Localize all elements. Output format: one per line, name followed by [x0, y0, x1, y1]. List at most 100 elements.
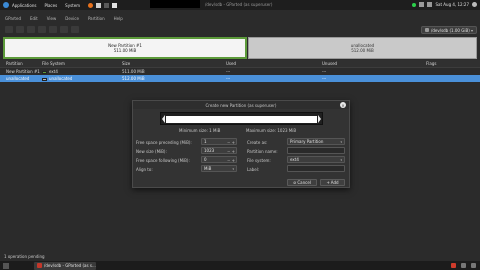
device-selector-label: /dev/sdb (1.00 GiB) — [431, 27, 470, 33]
cell-partition: unallocated — [6, 76, 30, 81]
files-launcher-icon[interactable] — [96, 2, 102, 8]
trash-icon[interactable] — [471, 263, 476, 268]
chevron-down-icon: ▾ — [340, 140, 342, 144]
chevron-down-icon: ▾ — [470, 28, 473, 33]
panel-menu-system[interactable]: System — [65, 3, 80, 8]
menu-device[interactable]: Device — [65, 16, 79, 21]
statusbar: 1 operation pending — [0, 253, 480, 259]
close-icon[interactable]: × — [340, 102, 346, 108]
maximum-size-text: Maximum size: 1023 MiB — [246, 128, 297, 133]
window-title: /dev/sdb - GParted (as superuser) — [205, 2, 273, 7]
free-preceding-value: 1 — [204, 139, 207, 144]
cell-partition: New Partition #1 — [6, 69, 40, 74]
new-size-value: 1023 — [204, 148, 215, 153]
create-partition-dialog: Create new Partition (as superuser) × Mi… — [132, 100, 350, 188]
notification-icon[interactable] — [451, 263, 456, 268]
left-handle-icon[interactable] — [162, 115, 165, 123]
file-system-label: File system: — [247, 158, 271, 163]
disk-graphic: New Partition #1 511.00 MiB unallocated … — [3, 37, 477, 59]
show-desktop-icon[interactable] — [3, 262, 9, 269]
partition-block-size: 511.00 MiB — [113, 48, 137, 53]
panel-blank-region — [150, 0, 200, 8]
header-filesystem[interactable]: File System — [42, 61, 65, 66]
new-partition-button[interactable] — [5, 26, 13, 33]
unallocated-color-icon — [42, 77, 47, 81]
cancel-button-label: Cancel — [297, 180, 311, 185]
volume-icon[interactable] — [427, 2, 433, 7]
new-size-spin[interactable]: 1023 − + — [201, 147, 237, 154]
cell-filesystem: unallocated — [42, 76, 72, 81]
header-partition[interactable]: Partition — [6, 61, 23, 66]
clock[interactable]: Sat Aug 4, 12:27 — [435, 2, 469, 7]
panel-tray: Sat Aug 4, 12:27 — [412, 2, 477, 7]
taskbar-window-gparted[interactable]: /dev/sdb - GParted (as s... — [34, 261, 96, 270]
cell-filesystem-text: ext4 — [49, 69, 58, 74]
file-system-combo[interactable]: ext4 ▾ — [287, 156, 345, 163]
cell-size: 512.00 MiB — [122, 76, 145, 81]
browser-launcher-icon[interactable] — [88, 2, 94, 8]
paste-button[interactable] — [49, 26, 57, 33]
delete-partition-button[interactable] — [16, 26, 24, 33]
free-following-spin[interactable]: 0 − + — [201, 156, 237, 163]
spin-buttons[interactable]: − + — [227, 140, 235, 145]
network-icon[interactable] — [419, 2, 425, 7]
cancel-button[interactable]: ⊘ Cancel — [287, 179, 317, 186]
applications-menu-icon[interactable] — [3, 2, 9, 8]
free-preceding-spin[interactable]: 1 − + — [201, 138, 237, 145]
create-as-value: Primary Partition — [290, 139, 324, 144]
menu-edit[interactable]: Edit — [30, 16, 38, 21]
top-panel: Applications Places System /dev/sdb - GP… — [0, 0, 480, 10]
label-label: Label: — [247, 167, 260, 172]
menu-gparted[interactable]: GParted — [5, 16, 21, 21]
cell-filesystem-text: unallocated — [49, 76, 73, 81]
undo-button[interactable] — [60, 26, 68, 33]
apply-button[interactable] — [71, 26, 79, 33]
cell-used: --- — [226, 76, 231, 81]
cancel-icon: ⊘ — [293, 180, 297, 185]
header-unused[interactable]: Unused — [322, 61, 337, 66]
device-selector[interactable]: /dev/sdb (1.00 GiB) ▾ — [421, 26, 477, 34]
menu-help[interactable]: Help — [114, 16, 123, 21]
file-system-value: ext4 — [290, 157, 299, 162]
gparted-icon — [37, 263, 42, 268]
partition-block-unallocated[interactable]: unallocated 512.00 MiB — [248, 37, 477, 59]
add-button[interactable]: + Add — [320, 179, 345, 186]
partition-block-new[interactable]: New Partition #1 511.00 MiB — [3, 37, 247, 59]
mail-launcher-icon[interactable] — [112, 2, 118, 8]
add-button-label: Add — [330, 180, 339, 185]
label-input[interactable] — [287, 165, 345, 172]
partition-table: Partition File System Size Used Unused F… — [0, 60, 480, 82]
header-used[interactable]: Used — [226, 61, 236, 66]
panel-menu-applications[interactable]: Applications — [12, 3, 36, 8]
partition-name-input[interactable] — [287, 147, 345, 154]
workspace-switcher-icon[interactable] — [461, 263, 466, 268]
copy-button[interactable] — [38, 26, 46, 33]
align-to-combo[interactable]: MiB ▾ — [201, 165, 237, 172]
taskbar-window-label: /dev/sdb - GParted (as s... — [44, 263, 96, 268]
plus-icon: + — [326, 180, 330, 185]
chevron-down-icon: ▾ — [340, 158, 342, 162]
size-slider-area[interactable] — [160, 112, 323, 125]
resize-move-button[interactable] — [27, 26, 35, 33]
spin-buttons[interactable]: − + — [227, 158, 235, 163]
menu-view[interactable]: View — [47, 16, 57, 21]
size-slider-bar[interactable] — [166, 116, 317, 123]
header-size[interactable]: Size — [122, 61, 130, 66]
terminal-launcher-icon[interactable] — [104, 2, 110, 8]
user-icon[interactable] — [472, 2, 477, 7]
status-indicator-icon[interactable] — [412, 2, 417, 7]
app-menubar: GParted Edit View Device Partition Help — [0, 14, 480, 22]
header-flags[interactable]: Flags — [426, 61, 437, 66]
taskbar-tray — [451, 263, 476, 268]
table-row[interactable]: unallocated unallocated 512.00 MiB --- -… — [0, 75, 480, 82]
right-handle-icon[interactable] — [318, 115, 321, 123]
create-as-combo[interactable]: Primary Partition ▾ — [287, 138, 345, 145]
table-row[interactable]: New Partition #1 ext4 511.00 MiB --- --- — [0, 68, 480, 75]
ext4-color-icon — [42, 70, 47, 74]
free-following-value: 0 — [204, 157, 207, 162]
panel-menu-places[interactable]: Places — [44, 3, 57, 8]
spin-buttons[interactable]: − + — [227, 149, 235, 154]
menu-partition[interactable]: Partition — [88, 16, 105, 21]
free-following-label: Free space following (MiB): — [136, 158, 190, 163]
drive-icon — [425, 28, 429, 32]
